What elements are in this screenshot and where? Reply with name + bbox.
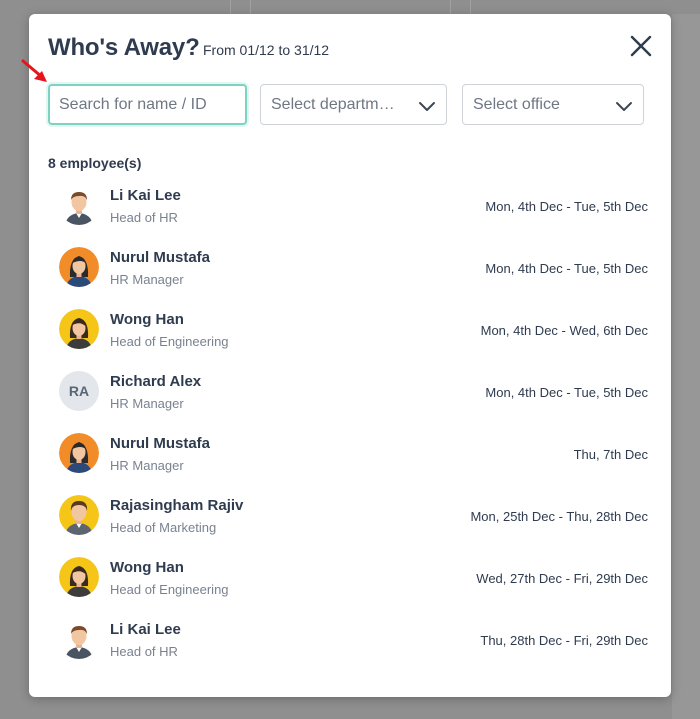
list-item[interactable]: RA Richard Alex HR Manager Mon, 4th Dec … [29, 368, 671, 424]
employee-role: HR Manager [110, 272, 184, 287]
employee-name: Wong Han [110, 559, 184, 576]
office-select-label: Select office [473, 96, 560, 113]
female-avatar-orange-icon [59, 247, 99, 287]
list-item[interactable]: Li Kai Lee Head of HR Thu, 28th Dec - Fr… [29, 616, 671, 672]
female-avatar-orange-icon [59, 433, 99, 473]
background-divider [470, 0, 471, 14]
close-button[interactable] [627, 32, 655, 60]
employee-role: Head of HR [110, 210, 178, 225]
employee-role: HR Manager [110, 396, 184, 411]
department-select[interactable]: Select department [260, 84, 447, 125]
department-select-label: Select department [271, 96, 397, 113]
list-item[interactable]: Rajasingham Rajiv Head of Marketing Mon,… [29, 492, 671, 548]
employee-name: Nurul Mustafa [110, 435, 211, 452]
employee-role: Head of Marketing [110, 520, 217, 535]
employee-name: Li Kai Lee [110, 187, 181, 204]
leave-dates: Wed, 27th Dec - Fri, 29th Dec [476, 571, 648, 586]
leave-dates: Thu, 28th Dec - Fri, 29th Dec [480, 633, 648, 648]
close-icon [630, 35, 652, 57]
background-divider [450, 0, 451, 14]
search-input[interactable] [48, 84, 247, 125]
background-divider [230, 0, 231, 14]
employee-count: 8 employee(s) [48, 155, 142, 171]
chevron-down-icon [616, 102, 632, 111]
leave-dates: Mon, 25th Dec - Thu, 28th Dec [470, 509, 648, 524]
female-avatar-yellow-icon [59, 309, 99, 349]
list-item[interactable]: Nurul Mustafa HR Manager Thu, 7th Dec [29, 430, 671, 486]
leave-dates: Mon, 4th Dec - Wed, 6th Dec [480, 323, 648, 338]
list-item[interactable]: Nurul Mustafa HR Manager Mon, 4th Dec - … [29, 244, 671, 300]
employee-name: Rajasingham Rajiv [110, 497, 244, 514]
chevron-down-icon [419, 102, 435, 111]
background-divider [250, 0, 251, 14]
male-avatar-yellow-icon [59, 495, 99, 535]
employee-name: Wong Han [110, 311, 184, 328]
employee-role: HR Manager [110, 458, 184, 473]
date-range-subtitle: From 01/12 to 31/12 [203, 42, 330, 58]
female-avatar-yellow-icon [59, 557, 99, 597]
whos-away-modal: Who's Away? From 01/12 to 31/12 Select d… [29, 14, 671, 697]
leave-dates: Mon, 4th Dec - Tue, 5th Dec [485, 385, 648, 400]
office-select[interactable]: Select office [462, 84, 644, 125]
list-item[interactable]: Li Kai Lee Head of HR Mon, 4th Dec - Tue… [29, 182, 671, 238]
employee-name: Li Kai Lee [110, 621, 181, 638]
leave-dates: Mon, 4th Dec - Tue, 5th Dec [485, 199, 648, 214]
employee-role: Head of Engineering [110, 334, 229, 349]
modal-title: Who's Away? [48, 34, 200, 61]
background-panel [672, 14, 700, 719]
employee-name: Richard Alex [110, 373, 202, 390]
leave-dates: Mon, 4th Dec - Tue, 5th Dec [485, 261, 648, 276]
male-avatar-icon [59, 619, 99, 659]
initials-avatar: RA [59, 371, 99, 411]
employee-name: Nurul Mustafa [110, 249, 211, 266]
list-item[interactable]: Wong Han Head of Engineering Mon, 4th De… [29, 306, 671, 362]
leave-dates: Thu, 7th Dec [573, 447, 648, 462]
employee-role: Head of HR [110, 644, 178, 659]
annotation-arrow-icon [21, 59, 47, 82]
male-avatar-icon [59, 185, 99, 225]
employee-role: Head of Engineering [110, 582, 229, 597]
list-item[interactable]: Wong Han Head of Engineering Wed, 27th D… [29, 554, 671, 610]
